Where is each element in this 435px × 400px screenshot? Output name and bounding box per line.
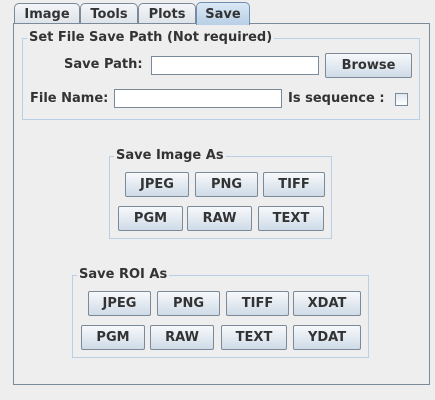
save-roi-xdat-button[interactable]: XDAT [293,291,361,316]
file-save-path-group: Set File Save Path (Not required) Save P… [22,30,420,120]
file-save-path-title: Set File Save Path (Not required) [27,30,275,45]
tab-tools[interactable]: Tools [80,3,138,24]
tab-plots[interactable]: Plots [138,3,196,24]
tab-image[interactable]: Image [14,3,80,24]
save-image-png-button[interactable]: PNG [195,172,258,197]
save-image-pgm-button[interactable]: PGM [118,206,183,231]
save-roi-jpeg-button[interactable]: JPEG [88,291,151,316]
save-roi-text-button[interactable]: TEXT [221,325,287,350]
save-image-group: Save Image As JPEG PNG TIFF PGM RAW TEXT [109,148,332,239]
file-name-label: File Name: [30,91,109,106]
save-image-text-button[interactable]: TEXT [258,206,324,231]
save-path-input[interactable] [151,56,319,75]
is-sequence-checkbox[interactable] [395,93,408,106]
is-sequence-label: Is sequence : [288,91,385,106]
save-roi-tiff-button[interactable]: TIFF [226,291,289,316]
save-roi-group: Save ROI As JPEG PNG TIFF XDAT PGM RAW T… [72,267,369,358]
save-image-raw-button[interactable]: RAW [187,206,252,231]
save-tab-panel: Set File Save Path (Not required) Save P… [13,23,430,385]
save-roi-raw-button[interactable]: RAW [150,325,214,350]
tab-image-label: Image [24,6,70,22]
save-roi-png-button[interactable]: PNG [157,291,220,316]
save-image-title: Save Image As [114,148,226,163]
save-image-jpeg-button[interactable]: JPEG [125,172,189,197]
browse-button[interactable]: Browse [325,53,412,78]
save-image-tiff-button[interactable]: TIFF [263,172,325,197]
tab-save[interactable]: Save [196,2,250,25]
save-roi-title: Save ROI As [77,267,170,282]
tab-tools-label: Tools [90,6,128,22]
save-roi-ydat-button[interactable]: YDAT [293,325,361,350]
tab-save-label: Save [205,6,241,22]
file-name-input[interactable] [114,89,282,108]
save-path-label: Save Path: [64,57,143,72]
tab-plots-label: Plots [148,6,186,22]
save-roi-pgm-button[interactable]: PGM [81,325,145,350]
